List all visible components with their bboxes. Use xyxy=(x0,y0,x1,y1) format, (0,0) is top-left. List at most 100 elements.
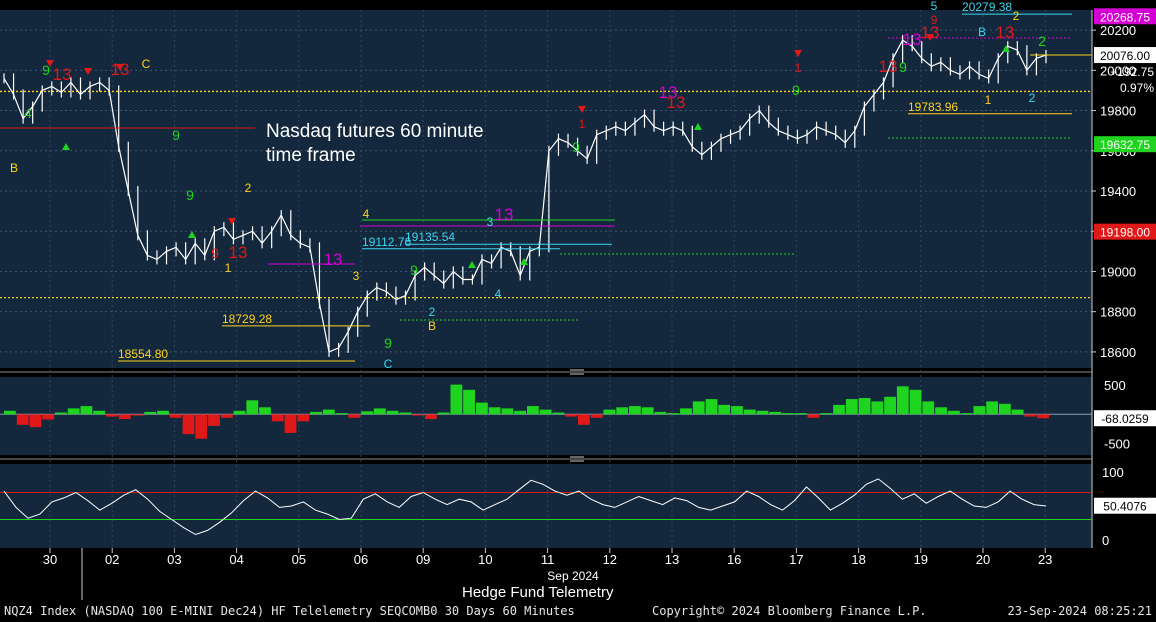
histogram-bar xyxy=(948,410,960,415)
setup-count-label: C xyxy=(384,357,393,371)
sequence-count-label: 9 xyxy=(384,335,392,351)
oscillator-panel xyxy=(0,464,1092,548)
level-label: 20279.38 xyxy=(962,0,1012,14)
sequence-count-label: 9 xyxy=(211,245,219,261)
histogram-bar xyxy=(794,413,807,415)
setup-count-label: 3 xyxy=(487,215,494,229)
sequence-count-label: 13 xyxy=(903,30,922,49)
histogram-bar xyxy=(527,406,539,415)
sequence-count-label: 13 xyxy=(996,23,1015,42)
setup-count-label: 2 xyxy=(1013,9,1020,23)
histogram-bar xyxy=(259,407,271,415)
histogram-bar xyxy=(348,414,361,418)
histogram-bar xyxy=(578,414,590,425)
histogram-bar xyxy=(488,407,501,415)
sequence-count-label: 13 xyxy=(53,65,72,84)
x-tick-label: 17 xyxy=(789,552,803,567)
footer-timestamp: 23-Sep-2024 08:25:21 xyxy=(1007,604,1153,618)
histogram-bar xyxy=(680,408,692,415)
histogram-bar xyxy=(322,409,335,415)
footer-bar: NQZ4 Index (NASDAQ 100 E-MINI Dec24) HF … xyxy=(0,600,1156,622)
histogram-bar xyxy=(641,407,654,415)
histogram-bar xyxy=(412,414,424,416)
histogram-bar xyxy=(807,414,820,418)
histogram-bar xyxy=(220,414,233,418)
footer-security-description: NQZ4 Index (NASDAQ 100 E-MINI Dec24) HF … xyxy=(4,604,575,618)
histogram-bar xyxy=(629,406,641,415)
chart-svg: 1860018800190001920019400196001980020000… xyxy=(0,0,1156,600)
histogram-bar xyxy=(769,411,782,415)
histogram-bar xyxy=(539,409,552,415)
histogram-bar xyxy=(667,413,680,415)
price-change-percent-label: 0.97% xyxy=(1120,81,1154,95)
histogram-bar xyxy=(858,398,871,415)
setup-count-label: 3 xyxy=(353,269,360,283)
histogram-bar xyxy=(463,389,475,415)
x-tick-label: 23 xyxy=(1038,552,1052,567)
histogram-bar xyxy=(782,413,794,415)
x-tick-label: 10 xyxy=(478,552,492,567)
setup-count-label: 9 xyxy=(931,13,938,27)
sequence-count-label: 13 xyxy=(879,57,898,76)
setup-count-label: 4 xyxy=(363,207,370,221)
price-tick-label: 19400 xyxy=(1100,184,1136,199)
x-tick-label: 06 xyxy=(354,552,368,567)
histogram-bar xyxy=(871,401,884,415)
histogram-bar xyxy=(935,407,947,415)
level-label: 19783.96 xyxy=(908,100,958,114)
histogram-bar xyxy=(208,414,220,426)
histogram-bar xyxy=(896,386,909,415)
histogram-bar xyxy=(909,389,922,415)
histogram-bar xyxy=(80,406,93,415)
sequence-count-label: 4 xyxy=(24,105,32,121)
setup-count-label: 1 xyxy=(985,93,992,107)
histogram-bar xyxy=(692,401,705,415)
histogram-bar xyxy=(195,414,208,439)
histogram-bar xyxy=(1024,414,1037,417)
setup-count-label: 1 xyxy=(795,61,802,75)
price-tag-label: 19632.75 xyxy=(1100,138,1150,152)
x-tick-label: 19 xyxy=(914,552,928,567)
histogram-bar xyxy=(616,407,629,415)
price-tick-label: 19800 xyxy=(1100,104,1136,119)
sequence-count-label: 9 xyxy=(186,187,194,203)
price-tick-label: 18600 xyxy=(1100,345,1136,360)
setup-count-label: 1 xyxy=(579,117,586,131)
histogram-tick-label: -500 xyxy=(1104,436,1130,451)
sequence-count-label: 9 xyxy=(572,139,580,155)
histogram-bar xyxy=(386,410,399,415)
histogram-bar xyxy=(960,413,973,415)
histogram-bar xyxy=(743,409,756,415)
sequence-count-label: 13 xyxy=(667,93,686,112)
histogram-bar xyxy=(654,411,667,415)
histogram-bar xyxy=(284,414,297,433)
x-group-label: Sep 2024 xyxy=(547,569,599,583)
histogram-bar xyxy=(973,406,986,415)
setup-count-label: 2 xyxy=(429,305,436,319)
histogram-bar xyxy=(437,412,450,415)
x-tick-label: 02 xyxy=(105,552,119,567)
footer-copyright: Copyright© 2024 Bloomberg Finance L.P. xyxy=(652,604,927,618)
histogram-bar xyxy=(169,414,182,418)
sequence-count-label: 13 xyxy=(229,243,248,262)
chart-caption: Hedge Fund Telemetry xyxy=(462,584,614,601)
histogram-bar xyxy=(845,399,858,415)
histogram-bar xyxy=(67,408,80,415)
sequence-count-label: 2 xyxy=(1038,33,1046,49)
price-tick-label: 18800 xyxy=(1100,305,1136,320)
x-tick-label: 09 xyxy=(416,552,430,567)
histogram-bar xyxy=(131,414,144,416)
histogram-bar xyxy=(1011,409,1024,415)
histogram-bar xyxy=(233,410,246,415)
oscillator-value-label: 50.4076 xyxy=(1103,500,1147,514)
histogram-bar xyxy=(271,414,284,422)
histogram-bar xyxy=(603,409,616,415)
price-tag-label: 20268.75 xyxy=(1100,10,1150,24)
histogram-bar xyxy=(16,414,29,425)
histogram-bar xyxy=(514,410,526,415)
histogram-bar xyxy=(1037,414,1049,419)
sequence-count-label: 9 xyxy=(172,127,180,143)
setup-count-label: C xyxy=(142,57,151,71)
histogram-bar xyxy=(450,384,463,415)
histogram-bar xyxy=(106,414,118,417)
